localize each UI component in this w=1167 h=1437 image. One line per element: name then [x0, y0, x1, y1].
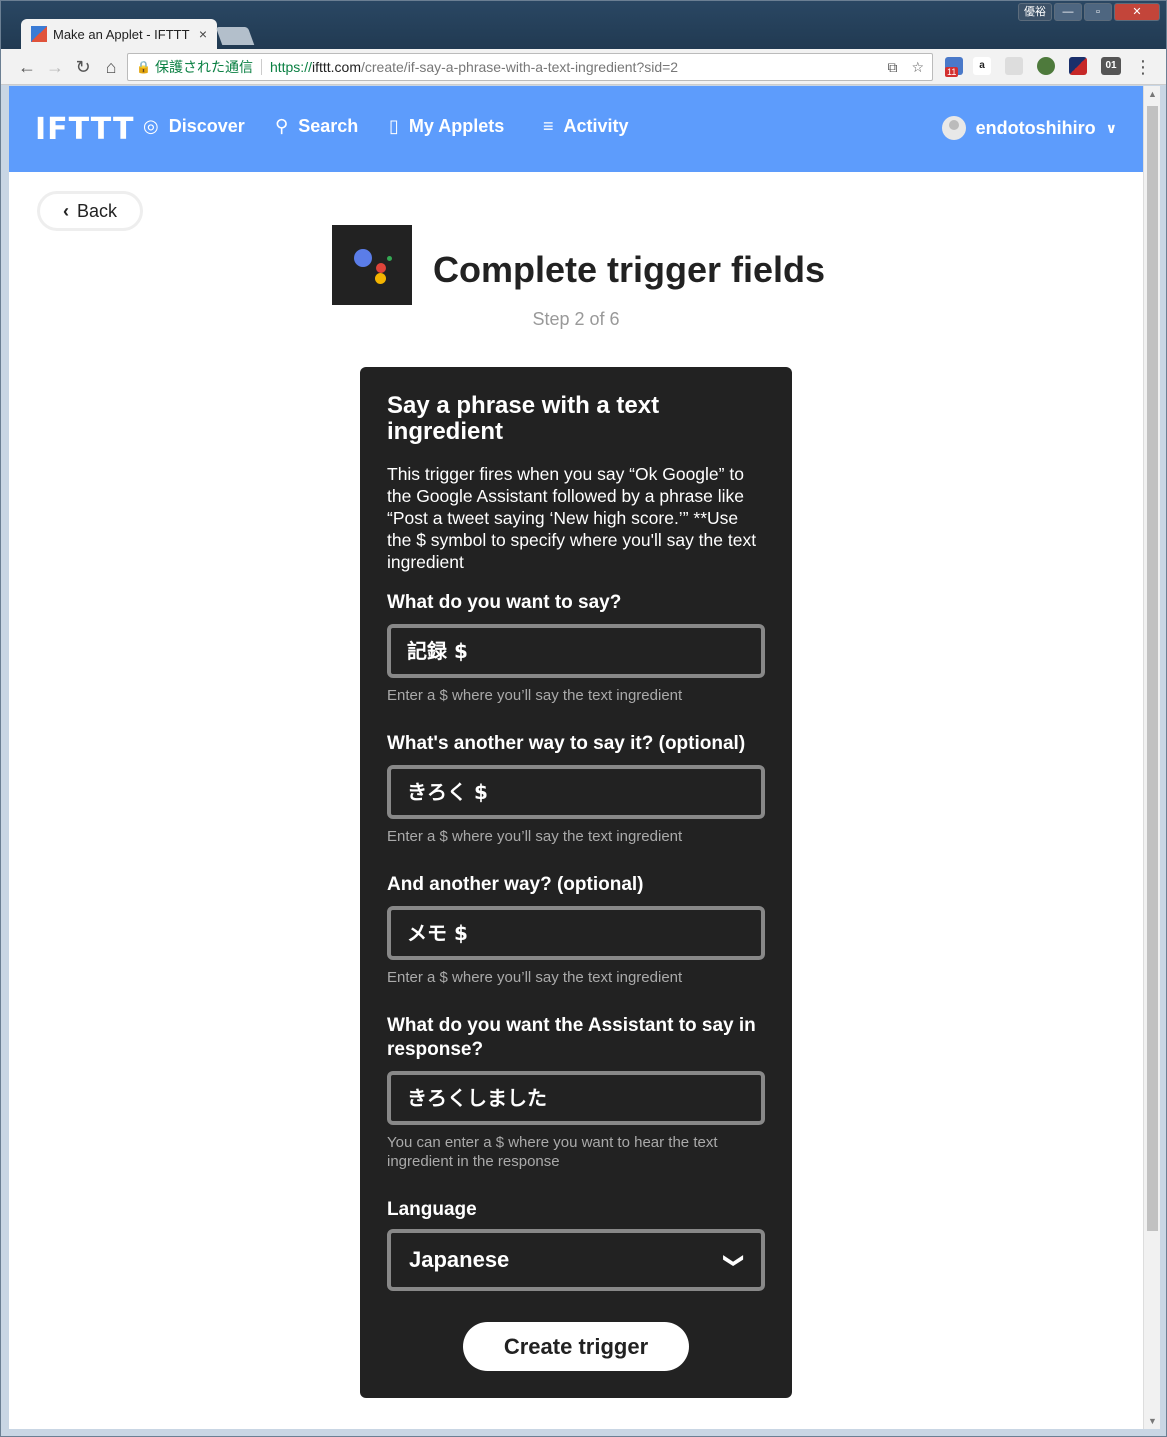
translate-icon[interactable]: ⧉	[888, 59, 898, 75]
browser-window: Make an Applet - IFTTT × 優裕 — ▫ ✕ ← → ↻ …	[0, 0, 1167, 1437]
create-trigger-button[interactable]: Create trigger	[463, 1322, 689, 1371]
trigger-description: This trigger fires when you say “Ok Goog…	[387, 464, 757, 572]
window-controls: 優裕 — ▫ ✕	[1018, 3, 1160, 21]
address-bar[interactable]: 🔒 保護された通信 https:// ifttt.com /create/if-…	[127, 53, 933, 81]
field-4-label: What do you want the Assistant to say in…	[387, 1015, 756, 1060]
alt-phrase-2-input[interactable]: メモ $	[387, 906, 765, 960]
scrollbar-thumb[interactable]	[1147, 106, 1158, 1231]
chevron-left-icon: ‹	[62, 200, 69, 221]
trigger-fields-card: Say a phrase with a text ingredient This…	[360, 367, 792, 1398]
blue-dot	[354, 249, 372, 267]
phrase-input[interactable]: 記録 $	[387, 624, 765, 678]
back-arrow-icon[interactable]: ←	[15, 55, 39, 79]
maximize-button[interactable]: ▫	[1084, 3, 1112, 21]
field-2-label: What's another way to say it? (optional)	[387, 733, 746, 754]
avatar	[941, 116, 966, 140]
nav-discover-label: Discover	[168, 116, 245, 136]
language-label: Language	[387, 1199, 477, 1220]
green-dot	[387, 256, 392, 261]
profile-button[interactable]: 優裕	[1018, 3, 1052, 21]
minimize-button[interactable]: —	[1054, 3, 1082, 21]
trigger-name: Say a phrase with a text ingredient	[387, 392, 660, 445]
tab-close-icon[interactable]: ×	[199, 26, 207, 42]
page-title: Complete trigger fields	[433, 249, 826, 290]
nav-discover[interactable]: ◎ Discover	[143, 116, 245, 137]
url-host: ifttt.com	[311, 59, 361, 75]
site-header: IFTTT ◎ Discover ⚲ Search ▯ My Applets ≡…	[9, 86, 1143, 172]
browser-tab[interactable]: Make an Applet - IFTTT ×	[21, 19, 217, 49]
title-bar: Make an Applet - IFTTT × 優裕 — ▫ ✕	[1, 1, 1166, 49]
flag-extension-icon[interactable]	[1069, 57, 1087, 75]
url-path: /create/if-say-a-phrase-with-a-text-ingr…	[361, 59, 679, 75]
field-1-help: Enter a $ where you’ll say the text ingr…	[387, 687, 683, 704]
document-icon: ▯	[389, 116, 399, 136]
red-dot	[376, 263, 386, 273]
field-1-label: What do you want to say?	[387, 592, 622, 613]
username: endotoshihiro	[975, 117, 1096, 138]
field-2-help: Enter a $ where you’ll say the text ingr…	[387, 828, 683, 845]
chevron-down-icon: ❯	[723, 1251, 746, 1269]
home-icon[interactable]: ⌂	[99, 55, 123, 79]
field-3-help: Enter a $ where you’ll say the text ingr…	[387, 969, 683, 986]
omnibox-divider	[260, 59, 262, 75]
extension-badge: 11	[945, 67, 959, 77]
bookmark-star-icon[interactable]: ☆	[911, 59, 924, 75]
browser-toolbar: ← → ↻ ⌂ 🔒 保護された通信 https:// ifttt.com /cr…	[1, 49, 1166, 85]
eye-icon: ◎	[143, 116, 159, 136]
forward-arrow-icon[interactable]: →	[43, 55, 67, 79]
amazon-extension-icon[interactable]: a	[973, 57, 991, 75]
ifttt-favicon-icon	[31, 26, 47, 42]
search-icon: ⚲	[275, 116, 289, 136]
omnibox-actions: ⧉ ☆	[878, 59, 924, 76]
back-label: Back	[76, 200, 118, 221]
nav-my-applets-label: My Applets	[408, 116, 505, 136]
page-viewport: IFTTT ◎ Discover ⚲ Search ▯ My Applets ≡…	[9, 86, 1143, 1429]
scroll-up-icon[interactable]: ▲	[1144, 86, 1161, 102]
menu-kebab-icon[interactable]: ⋮	[1131, 55, 1155, 79]
close-window-button[interactable]: ✕	[1114, 3, 1160, 21]
back-button[interactable]: ‹ Back	[37, 191, 143, 231]
shield-extension-icon[interactable]	[1005, 57, 1023, 75]
user-menu[interactable]: endotoshihiro ∨	[941, 116, 1117, 140]
alt-phrase-input[interactable]: きろく $	[387, 765, 765, 819]
scroll-down-icon[interactable]: ▼	[1144, 1413, 1161, 1429]
language-select[interactable]: Japanese ❯	[387, 1229, 765, 1291]
yellow-dot	[375, 273, 386, 284]
vertical-scrollbar[interactable]: ▲ ▼	[1143, 86, 1160, 1429]
response-input[interactable]: きろくしました	[387, 1071, 765, 1125]
reload-icon[interactable]: ↻	[71, 55, 95, 79]
step-indicator: Step 2 of 6	[532, 309, 620, 329]
field-4-help: You can enter a $ where you want to hear…	[387, 1134, 718, 1170]
new-tab-button[interactable]	[215, 27, 255, 45]
globe-extension-icon[interactable]	[1037, 57, 1055, 75]
nav-my-applets[interactable]: ▯ My Applets	[389, 116, 504, 137]
language-value: Japanese	[409, 1247, 510, 1272]
lock-icon: 🔒	[136, 60, 151, 74]
google-assistant-icon	[332, 225, 412, 305]
field-3-label: And another way? (optional)	[387, 874, 644, 895]
nav-search-label: Search	[298, 116, 359, 136]
nav-activity-label: Activity	[563, 116, 629, 136]
ifttt-logo[interactable]: IFTTT	[35, 112, 134, 147]
tab-title: Make an Applet - IFTTT	[53, 26, 190, 42]
list-icon: ≡	[543, 116, 554, 136]
nav-search[interactable]: ⚲ Search	[275, 116, 358, 137]
url-scheme: https://	[269, 59, 312, 75]
nav-activity[interactable]: ≡ Activity	[543, 116, 629, 137]
chevron-down-icon: ∨	[1105, 119, 1117, 136]
secure-label: 保護された通信	[154, 59, 253, 75]
counter-extension-icon[interactable]: 01	[1101, 57, 1121, 75]
